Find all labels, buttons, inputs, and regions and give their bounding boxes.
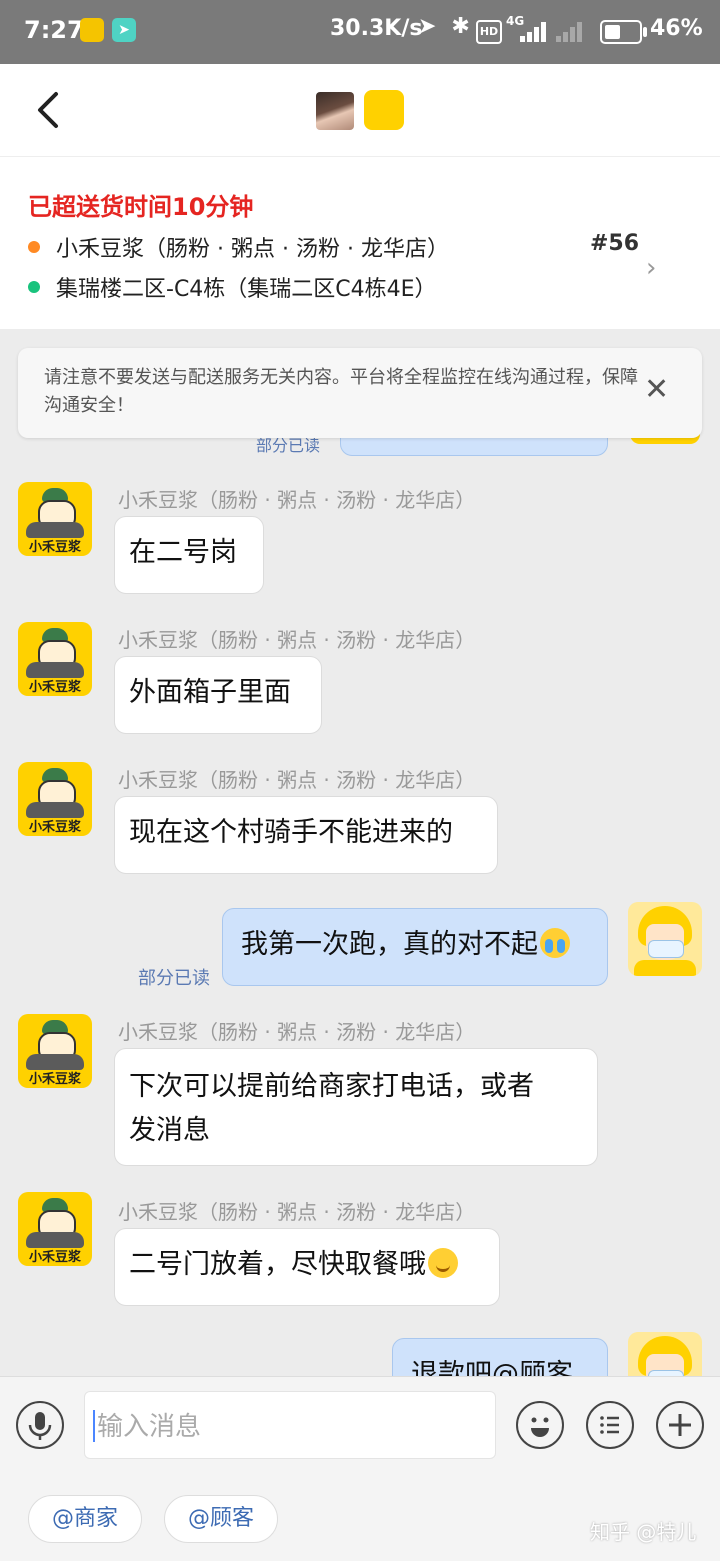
address-dot-icon [28,281,40,293]
merchant-avatar[interactable]: 小禾豆浆 [18,1014,92,1088]
list-menu-icon [600,1416,619,1434]
shop-name: 小禾豆浆（肠粉 · 粥点 · 汤粉 · 龙华店） [56,237,449,262]
delivery-address: 集瑞楼二区-C4栋（集瑞二区C4栋4E） [56,277,437,302]
merchant-avatar[interactable] [364,90,404,130]
message-text: 在二号岗 [129,537,237,568]
safety-notice: 请注意不要发送与配送服务无关内容。平台将全程监控在线沟通过程，保障沟通安全！ ✕ [18,348,702,438]
status-bar: 7:27 ➤ 30.3K/s ➤ ✱ HD 4G 46% [0,0,720,64]
sender-name: 小禾豆浆（肠粉 · 粥点 · 汤粉 · 龙华店） [118,488,476,512]
sender-name: 小禾豆浆（肠粉 · 粥点 · 汤粉 · 龙华店） [118,1020,476,1044]
message-bubble[interactable]: 二号门放着，尽快取餐哦 [114,1228,500,1306]
message-text: 我第一次跑，真的对不起 [241,929,538,960]
merchant-avatar[interactable]: 小禾豆浆 [18,1192,92,1266]
notice-text: 请注意不要发送与配送服务无关内容。平台将全程监控在线沟通过程，保障沟通安全！ [44,367,638,416]
message-input[interactable] [95,1404,489,1450]
rider-avatar[interactable] [628,902,702,976]
order-number: #56 [590,231,640,256]
crying-face-icon [540,928,570,958]
signal-icon [520,20,550,42]
sender-name: 小禾豆浆（肠粉 · 粥点 · 汤粉 · 龙华店） [118,1200,476,1224]
read-status: 部分已读 [138,968,210,989]
sender-name: 小禾豆浆（肠粉 · 粥点 · 汤粉 · 龙华店） [118,628,476,652]
merchant-avatar[interactable]: 小禾豆浆 [18,482,92,556]
mention-customer-button[interactable]: @顾客 [164,1495,278,1543]
watermark: 知乎 @特儿 [590,1520,697,1544]
battery-icon [600,20,647,44]
order-card[interactable]: 已超送货时间10分钟 小禾豆浆（肠粉 · 粥点 · 汤粉 · 龙华店） #56 … [0,157,720,329]
customer-avatar[interactable] [316,92,354,130]
battery-percent: 46% [650,16,703,41]
message-input-container[interactable] [84,1391,496,1459]
network-speed: 30.3K/s [330,16,423,41]
overdue-status: 已超送货时间10分钟 [28,193,254,221]
shop-dot-icon [28,241,40,253]
message-text: 二号门放着，尽快取餐哦 [129,1249,426,1280]
message-text: 现在这个村骑手不能进来的 [129,817,453,848]
message-bubble[interactable]: 下次可以提前给商家打电话，或者 发消息 [114,1048,598,1166]
close-icon[interactable]: ✕ [644,372,669,407]
message-bubble[interactable]: 现在这个村骑手不能进来的 [114,796,498,874]
microphone-icon [28,1412,52,1440]
mention-merchant-button[interactable]: @商家 [28,1495,142,1543]
plus-icon [669,1414,691,1436]
message-bubble[interactable]: 在二号岗 [114,516,264,594]
smiling-face-icon [428,1248,458,1278]
merchant-avatar[interactable]: 小禾豆浆 [18,622,92,696]
location-bluetooth-icons: ➤ ✱ [418,14,474,39]
message-text: 外面箱子里面 [129,677,291,708]
app-notification-icon [80,18,104,42]
emoji-button[interactable] [516,1401,564,1449]
message-bubble[interactable]: 我第一次跑，真的对不起 [222,908,608,986]
signal-icon-secondary [556,20,586,42]
voice-button[interactable] [16,1401,64,1449]
message-text-line: 下次可以提前给商家打电话，或者 [129,1071,534,1102]
merchant-avatar[interactable]: 小禾豆浆 [18,762,92,836]
back-button[interactable] [30,88,70,132]
message-text-line: 发消息 [129,1115,210,1146]
plus-button[interactable] [656,1401,704,1449]
chevron-left-icon [38,92,58,128]
message-bubble[interactable]: 外面箱子里面 [114,656,322,734]
chat-header [0,64,720,157]
menu-button[interactable] [586,1401,634,1449]
chevron-right-icon: › [646,253,657,283]
location-notification-icon: ➤ [112,18,136,42]
emoji-icon [531,1417,549,1437]
sender-name: 小禾豆浆（肠粉 · 粥点 · 汤粉 · 龙华店） [118,768,476,792]
hd-icon: HD [476,20,502,44]
status-time: 7:27 [24,16,84,44]
